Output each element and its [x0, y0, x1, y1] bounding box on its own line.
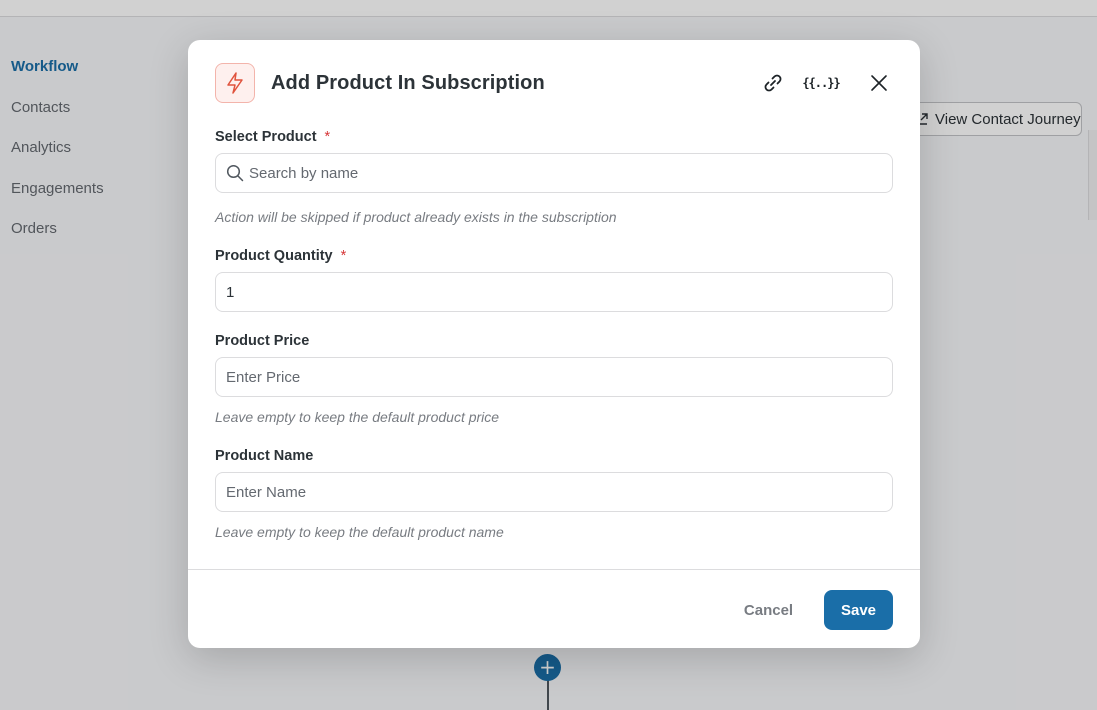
- required-mark: *: [324, 129, 331, 145]
- product-quantity-label-text: Product Quantity: [215, 248, 333, 264]
- modal-title: Add Product In Subscription: [271, 71, 545, 94]
- select-product-label-text: Select Product: [215, 129, 317, 145]
- product-quantity-input[interactable]: [215, 272, 893, 312]
- product-name-input[interactable]: [215, 472, 893, 512]
- bolt-icon: [215, 63, 255, 103]
- close-icon[interactable]: [865, 69, 893, 97]
- select-product-label: Select Product *: [215, 129, 330, 145]
- product-quantity-label: Product Quantity *: [215, 248, 346, 264]
- product-search-input[interactable]: [215, 153, 893, 193]
- product-search-field: [215, 153, 893, 193]
- add-product-modal: Add Product In Subscription {{..}} Selec…: [188, 40, 920, 648]
- modal-header-actions: {{..}}: [759, 69, 893, 97]
- product-price-input[interactable]: [215, 357, 893, 397]
- footer-divider: [188, 569, 920, 570]
- link-icon[interactable]: [759, 69, 787, 97]
- product-name-help: Leave empty to keep the default product …: [215, 524, 504, 540]
- merge-tags-icon[interactable]: {{..}}: [802, 69, 840, 97]
- cancel-button[interactable]: Cancel: [728, 590, 809, 630]
- product-price-help: Leave empty to keep the default product …: [215, 409, 500, 425]
- product-name-label: Product Name: [215, 448, 314, 464]
- required-mark: *: [340, 248, 347, 264]
- search-icon: [226, 164, 244, 182]
- save-button[interactable]: Save: [824, 590, 893, 630]
- product-price-label: Product Price: [215, 333, 310, 349]
- select-product-help: Action will be skipped if product alread…: [215, 209, 617, 225]
- modal-header: Add Product In Subscription {{..}}: [215, 63, 893, 103]
